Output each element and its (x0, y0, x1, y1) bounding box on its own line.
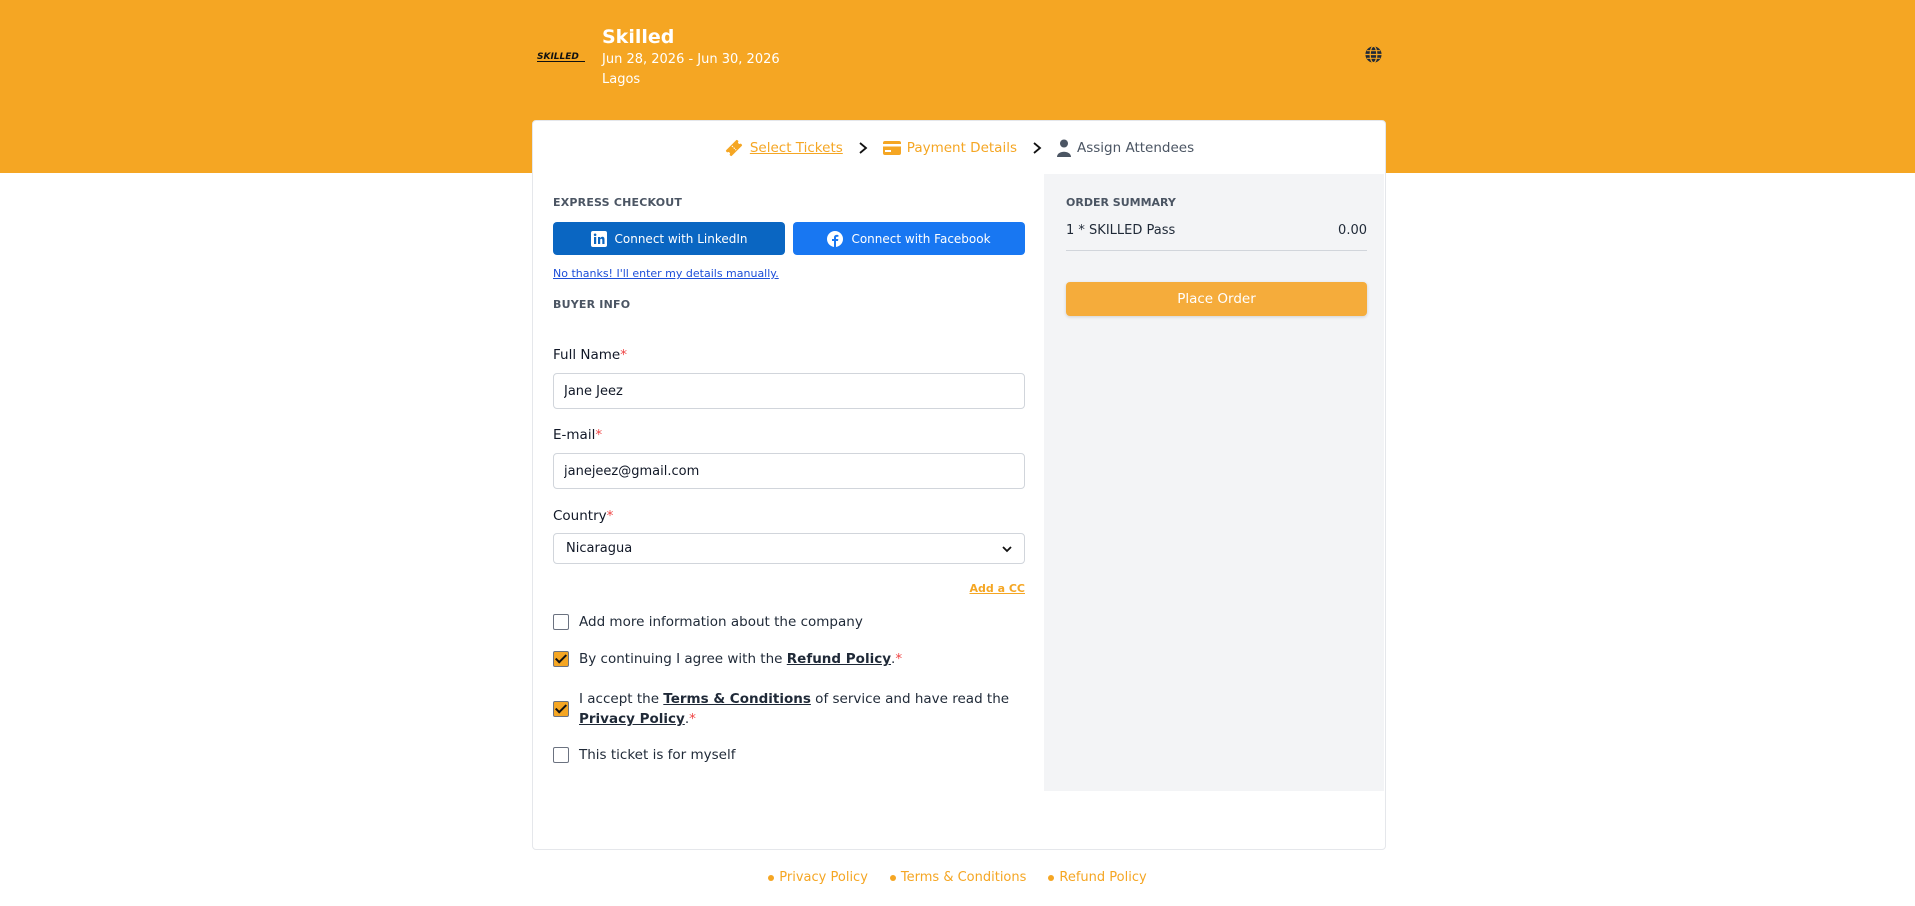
svg-text:SKILLED: SKILLED (537, 52, 579, 62)
order-summary-label: ORDER SUMMARY (1066, 196, 1176, 209)
refund-policy-text: By continuing I agree with the Refund Po… (579, 651, 903, 667)
full-name-label: Full Name* (553, 347, 627, 363)
bullet-dot (768, 874, 775, 881)
facebook-icon (827, 230, 844, 247)
ticket-myself-checkbox[interactable] (553, 747, 569, 763)
ticket-myself-text: This ticket is for myself (579, 747, 736, 763)
refund-policy-checkbox[interactable] (553, 651, 569, 667)
event-city: Lagos (602, 72, 641, 87)
terms-checkbox[interactable] (553, 701, 569, 717)
chevron-down-icon (1002, 545, 1012, 552)
place-order-button[interactable]: Place Order (1066, 282, 1367, 316)
company-info-row: Add more information about the company (553, 612, 1025, 632)
country-select[interactable]: Nicaragua (553, 533, 1025, 564)
step-assign-attendees[interactable]: Assign Attendees (1056, 139, 1195, 157)
country-selected-value: Nicaragua (566, 541, 633, 556)
add-cc-link[interactable]: Add a CC (970, 582, 1026, 595)
step-label: Select Tickets (749, 139, 843, 156)
company-info-text: Add more information about the company (579, 614, 863, 630)
manual-entry-link[interactable]: No thanks! I'll enter my details manuall… (553, 267, 779, 280)
linkedin-connect-button[interactable]: Connect with LinkedIn (553, 222, 785, 255)
chevron-right-icon (843, 141, 883, 155)
express-checkout-label: EXPRESS CHECKOUT (553, 196, 683, 209)
bullet-dot (889, 874, 896, 881)
credit-card-icon (882, 140, 901, 155)
privacy-policy-link[interactable]: Privacy Policy (579, 711, 685, 727)
globe-icon[interactable] (1364, 45, 1383, 64)
step-label: Payment Details (906, 139, 1017, 156)
step-select-tickets[interactable]: Select Tickets (724, 138, 843, 158)
checkout-stepper: Select Tickets Payment Details Assign At… (533, 121, 1385, 174)
terms-link[interactable]: Terms & Conditions (663, 691, 811, 707)
linkedin-button-label: Connect with LinkedIn (614, 231, 748, 246)
event-logo: SKILLED (537, 52, 585, 62)
email-input[interactable] (553, 453, 1025, 489)
ticket-myself-row: This ticket is for myself (553, 745, 1025, 765)
footer-privacy-link[interactable]: Privacy Policy (768, 870, 868, 885)
bullet-dot (1048, 874, 1055, 881)
terms-text: I accept the Terms & Conditions of servi… (579, 691, 1010, 727)
step-payment-details[interactable]: Payment Details (882, 139, 1017, 156)
chevron-right-icon (1017, 141, 1057, 155)
facebook-connect-button[interactable]: Connect with Facebook (793, 222, 1025, 255)
refund-policy-link[interactable]: Refund Policy (787, 651, 891, 667)
linkedin-icon (590, 230, 607, 247)
order-line-item: 1 * SKILLED Pass 0.00 (1066, 223, 1367, 251)
event-dates: Jun 28, 2026 - Jun 30, 2026 (602, 52, 780, 67)
email-label: E-mail* (553, 427, 603, 443)
footer-refund-link[interactable]: Refund Policy (1048, 870, 1147, 885)
company-info-checkbox[interactable] (553, 614, 569, 630)
full-name-input[interactable] (553, 373, 1025, 409)
refund-policy-row: By continuing I agree with the Refund Po… (553, 649, 1025, 669)
buyer-info-label: BUYER INFO (553, 298, 631, 311)
country-label: Country* (553, 508, 614, 524)
order-item-name: 1 * SKILLED Pass (1066, 223, 1176, 238)
step-label: Assign Attendees (1076, 139, 1195, 156)
order-item-amount: 0.00 (1338, 223, 1367, 238)
user-icon (1056, 139, 1071, 157)
order-summary-panel: ORDER SUMMARY 1 * SKILLED Pass 0.00 Plac… (1044, 174, 1384, 791)
ticket-icon (725, 139, 742, 156)
event-title: Skilled (602, 26, 675, 48)
terms-row: I accept the Terms & Conditions of servi… (553, 689, 1025, 729)
footer-links: Privacy Policy Terms & Conditions Refund… (0, 870, 1915, 885)
footer-terms-link[interactable]: Terms & Conditions (889, 870, 1026, 885)
facebook-button-label: Connect with Facebook (851, 231, 991, 246)
checkout-card: Select Tickets Payment Details Assign At… (532, 120, 1386, 850)
